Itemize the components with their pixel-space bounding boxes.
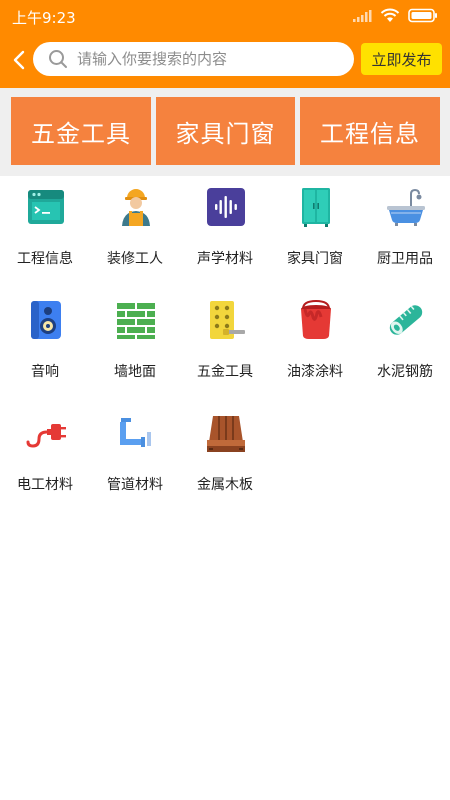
search-icon — [43, 42, 73, 76]
category-label: 电工材料 — [17, 477, 73, 493]
category-label: 五金工具 — [197, 364, 253, 380]
worker-icon — [122, 189, 150, 226]
back-button[interactable] — [8, 46, 30, 74]
category-cement-rebar[interactable]: 水泥钢筋 — [360, 289, 450, 402]
category-decoration-worker[interactable]: 装修工人 — [90, 176, 180, 289]
brick-wall-icon — [117, 303, 155, 339]
browser-window-icon — [28, 190, 64, 224]
category-metal-board[interactable]: 金属木板 — [180, 402, 270, 515]
nav-bar: 立即发布 — [0, 38, 450, 82]
pipe-icon — [120, 418, 151, 447]
hardware-panel-icon — [210, 301, 245, 339]
wifi-icon — [380, 8, 400, 27]
search-input[interactable] — [77, 44, 337, 74]
category-label: 墙地面 — [114, 364, 156, 380]
app-header: 上午9:23 请输入你要搜索的内容 立即发布 — [0, 0, 450, 88]
status-icons — [352, 8, 438, 27]
category-label: 工程信息 — [17, 251, 73, 267]
category-label: 声学材料 — [197, 251, 253, 267]
paint-bucket-icon — [301, 299, 331, 339]
speaker-icon — [31, 301, 61, 339]
category-label: 音响 — [31, 364, 59, 380]
battery-icon — [408, 8, 438, 27]
sound-wave-icon — [207, 188, 245, 226]
banner-furniture-doors[interactable]: 家具门窗 — [156, 97, 295, 165]
category-kitchen-bath[interactable]: 厨卫用品 — [360, 176, 450, 289]
wardrobe-icon — [302, 188, 330, 227]
wood-planks-icon — [207, 416, 245, 452]
banner-engineering-info[interactable]: 工程信息 — [300, 97, 440, 165]
category-paint-coating[interactable]: 油漆涂料 — [270, 289, 360, 402]
search-box[interactable] — [33, 42, 354, 76]
category-acoustic-material[interactable]: 声学材料 — [180, 176, 270, 289]
category-hardware-tools[interactable]: 五金工具 — [180, 289, 270, 402]
banner-hardware-tools[interactable]: 五金工具 — [11, 97, 151, 165]
category-label: 水泥钢筋 — [377, 364, 433, 380]
category-electrical[interactable]: 电工材料 — [0, 402, 90, 515]
category-banner: 五金工具 家具门窗 工程信息 — [0, 88, 450, 176]
status-time: 上午9:23 — [12, 9, 76, 27]
category-label: 装修工人 — [107, 251, 163, 267]
category-label: 油漆涂料 — [287, 364, 343, 380]
publish-button[interactable]: 立即发布 — [361, 43, 442, 75]
category-label: 管道材料 — [107, 477, 163, 493]
ruler-tube-icon — [389, 305, 423, 335]
category-wall-floor[interactable]: 墙地面 — [90, 289, 180, 402]
power-plug-icon — [26, 424, 66, 448]
category-audio[interactable]: 音响 — [0, 289, 90, 402]
category-engineering-info[interactable]: 工程信息 — [0, 176, 90, 289]
status-bar: 上午9:23 — [0, 0, 450, 32]
category-label: 厨卫用品 — [377, 251, 433, 267]
signal-icon — [352, 8, 372, 27]
category-label: 家具门窗 — [287, 251, 343, 267]
category-pipe-material[interactable]: 管道材料 — [90, 402, 180, 515]
bathtub-icon — [387, 188, 425, 226]
category-label: 金属木板 — [197, 477, 253, 493]
chevron-left-icon — [13, 50, 25, 70]
category-furniture-doors[interactable]: 家具门窗 — [270, 176, 360, 289]
